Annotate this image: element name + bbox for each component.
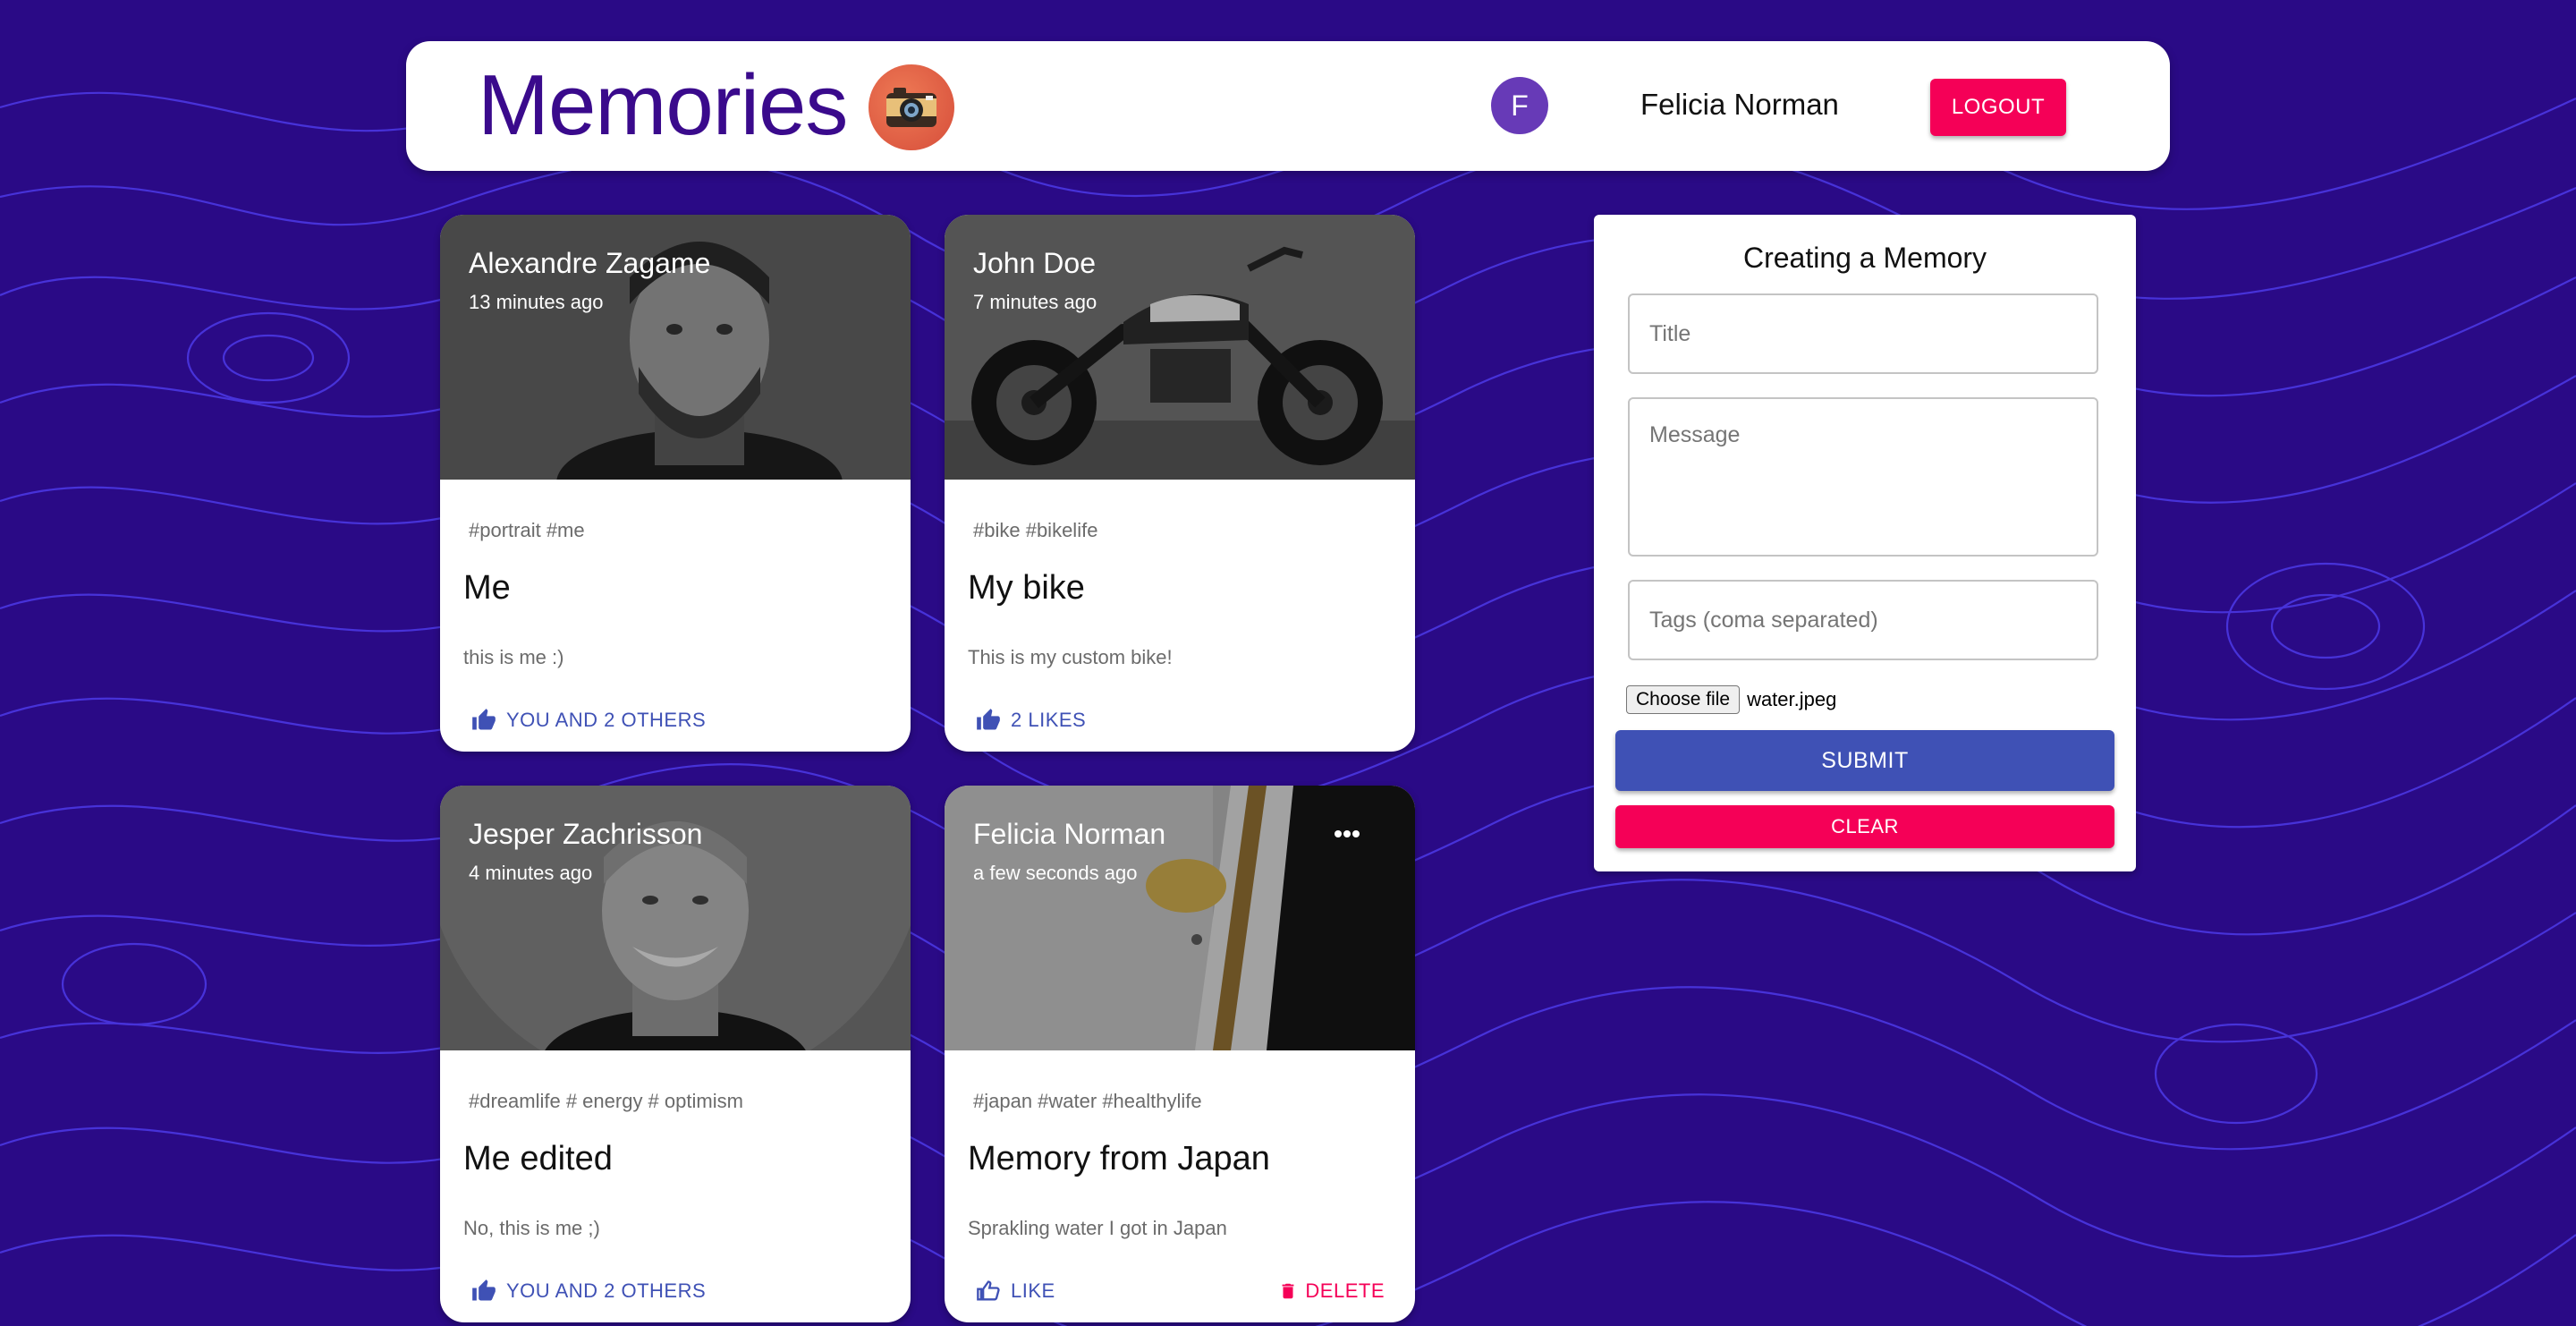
post-title: Me xyxy=(463,569,511,607)
form-heading: Creating a Memory xyxy=(1742,242,1987,274)
more-horiz-icon[interactable] xyxy=(1329,823,1365,845)
post-tags: #dreamlife # energy # optimism xyxy=(469,1090,743,1112)
like-button[interactable]: YOU AND 2 OTHERS xyxy=(470,704,706,736)
post-tags: #bike #bikelife xyxy=(973,519,1098,541)
post-tags: #japan #water #healthylife xyxy=(973,1090,1202,1112)
like-button[interactable]: LIKE xyxy=(975,1275,1055,1307)
post-message: No, this is me ;) xyxy=(463,1217,600,1239)
trash-icon xyxy=(1282,1283,1294,1299)
avatar: F xyxy=(1491,77,1548,134)
app-title[interactable]: Memories xyxy=(478,61,848,150)
tags-input[interactable] xyxy=(1628,580,2098,660)
post-title: Me edited xyxy=(463,1140,613,1177)
title-input[interactable] xyxy=(1628,293,2098,374)
thumb-up-icon xyxy=(472,709,496,730)
post-author: John Doe xyxy=(973,247,1096,279)
post-time: 7 minutes ago xyxy=(973,291,1097,313)
post-tags: #portrait #me xyxy=(469,519,585,541)
post-message: This is my custom bike! xyxy=(968,646,1173,668)
post-card: Jesper Zachrisson 4 minutes ago #dreamli… xyxy=(440,786,911,1322)
submit-button[interactable]: SUBMIT xyxy=(1615,730,2114,791)
like-button[interactable]: YOU AND 2 OTHERS xyxy=(470,1275,706,1307)
like-label: LIKE xyxy=(1011,1279,1055,1302)
post-card: Felicia Norman a few seconds ago #japan … xyxy=(945,786,1415,1322)
post-time: 13 minutes ago xyxy=(469,291,604,313)
post-card: John Doe 7 minutes ago #bike #bikelife M… xyxy=(945,215,1415,752)
post-author: Alexandre Zagame xyxy=(469,247,711,279)
thumb-up-icon xyxy=(977,709,1000,730)
app-bar: Memories F Felicia Norman LOGOUT xyxy=(406,41,2170,171)
file-picker: Choose file water.jpeg xyxy=(1626,685,1836,714)
post-title: Memory from Japan xyxy=(968,1140,1270,1177)
create-memory-form: Creating a Memory Choose file water.jpeg… xyxy=(1594,215,2136,871)
post-author: Felicia Norman xyxy=(973,818,1166,850)
like-label: YOU AND 2 OTHERS xyxy=(506,1279,707,1302)
delete-label: DELETE xyxy=(1305,1279,1385,1302)
choose-file-button[interactable]: Choose file xyxy=(1626,685,1741,714)
clear-button[interactable]: CLEAR xyxy=(1615,805,2114,848)
delete-button[interactable]: DELETE xyxy=(1278,1275,1385,1307)
post-author: Jesper Zachrisson xyxy=(469,818,703,850)
thumb-up-icon xyxy=(472,1279,496,1301)
post-message: Sprakling water I got in Japan xyxy=(968,1217,1227,1239)
file-name: water.jpeg xyxy=(1747,688,1837,710)
like-label: 2 LIKES xyxy=(1011,709,1087,731)
camera-icon xyxy=(869,64,954,150)
post-time: a few seconds ago xyxy=(973,862,1138,884)
like-label: YOU AND 2 OTHERS xyxy=(506,709,707,731)
logout-button[interactable]: LOGOUT xyxy=(1930,79,2066,136)
post-message: this is me :) xyxy=(463,646,564,668)
post-card: Alexandre Zagame 13 minutes ago #portrai… xyxy=(440,215,911,752)
thumb-up-outline-icon xyxy=(977,1280,1000,1301)
message-input[interactable] xyxy=(1628,397,2098,557)
post-title: My bike xyxy=(968,569,1085,607)
post-time: 4 minutes ago xyxy=(469,862,593,884)
like-button[interactable]: 2 LIKES xyxy=(975,704,1086,736)
user-name: Felicia Norman xyxy=(1640,88,1839,121)
